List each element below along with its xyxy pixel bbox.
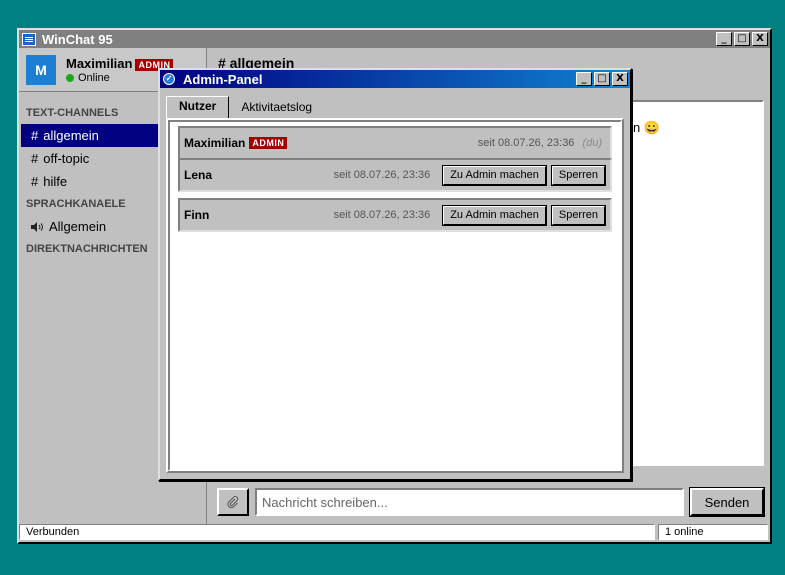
attach-button[interactable] — [217, 488, 249, 516]
user-row-finn: Finn seit 08.07.26, 23:36 Zu Admin mache… — [178, 198, 612, 232]
channel-label: allgemein — [43, 128, 99, 143]
user-row-maximilian: Maximilian ADMIN seit 08.07.26, 23:36 (d… — [178, 126, 612, 160]
chat-app-icon — [22, 32, 36, 46]
user-name: Maximilian — [184, 136, 246, 150]
tab-aktivitaetslog[interactable]: Aktivitaetslog — [229, 98, 324, 118]
make-admin-button[interactable]: Zu Admin machen — [442, 164, 547, 186]
main-titlebar[interactable]: WinChat 95 _ □ X — [19, 30, 770, 48]
user-list: Maximilian ADMIN seit 08.07.26, 23:36 (d… — [168, 120, 622, 471]
composer: Senden — [217, 486, 765, 518]
connection-status: Verbunden — [19, 524, 655, 540]
user-name: Lena — [184, 168, 213, 182]
user-name: Finn — [184, 208, 210, 222]
admin-badge: ADMIN — [249, 137, 288, 149]
channel-label: off-topic — [43, 151, 90, 166]
member-since: seit 08.07.26, 23:36 — [333, 209, 431, 221]
dialog-titlebar[interactable]: ✓ Admin-Panel _ □ X — [160, 70, 630, 88]
self-marker: (du) — [582, 137, 602, 149]
user-row-lena: Lena seit 08.07.26, 23:36 Zu Admin mache… — [178, 158, 612, 192]
member-since: seit 08.07.26, 23:36 — [477, 137, 575, 149]
shield-icon: ✓ — [163, 73, 175, 85]
hash-icon: # — [31, 128, 39, 143]
window-title: WinChat 95 — [42, 31, 113, 47]
dialog-tabs: Nutzer Aktivitaetslog — [166, 96, 630, 118]
hash-icon: # — [31, 151, 39, 166]
hash-icon: # — [31, 174, 39, 189]
maximize-button[interactable]: □ — [734, 32, 750, 46]
emoji: 😀 — [643, 120, 661, 135]
ban-button[interactable]: Sperren — [550, 204, 606, 226]
message-input[interactable] — [255, 488, 684, 516]
dialog-title: Admin-Panel — [183, 71, 263, 87]
send-button[interactable]: Senden — [689, 487, 765, 517]
member-since: seit 08.07.26, 23:36 — [333, 169, 431, 181]
speaker-icon — [31, 222, 43, 232]
status-bar: Verbunden 1 online — [19, 522, 770, 542]
admin-panel-dialog: ✓ Admin-Panel _ □ X Nutzer Aktivitaetslo… — [158, 68, 632, 481]
dialog-minimize-button[interactable]: _ — [576, 72, 592, 86]
tab-nutzer[interactable]: Nutzer — [166, 96, 230, 118]
channel-label: Allgemein — [49, 219, 107, 234]
message-fragment: n 😀 — [633, 120, 660, 136]
online-count: 1 online — [658, 524, 768, 540]
dialog-maximize-button[interactable]: □ — [594, 72, 610, 86]
avatar[interactable]: M — [26, 54, 56, 85]
profile-name: Maximilian — [66, 55, 133, 71]
paperclip-icon — [227, 496, 239, 508]
ban-button[interactable]: Sperren — [550, 164, 606, 186]
dialog-close-button[interactable]: X — [612, 72, 628, 86]
make-admin-button[interactable]: Zu Admin machen — [442, 204, 547, 226]
status-text: Online — [78, 71, 110, 84]
close-button[interactable]: X — [752, 32, 768, 46]
tab-panel: Maximilian ADMIN seit 08.07.26, 23:36 (d… — [166, 118, 624, 473]
online-dot-icon — [66, 73, 74, 82]
minimize-button[interactable]: _ — [716, 32, 732, 46]
message-text: n — [633, 120, 641, 135]
channel-label: hilfe — [43, 174, 68, 189]
